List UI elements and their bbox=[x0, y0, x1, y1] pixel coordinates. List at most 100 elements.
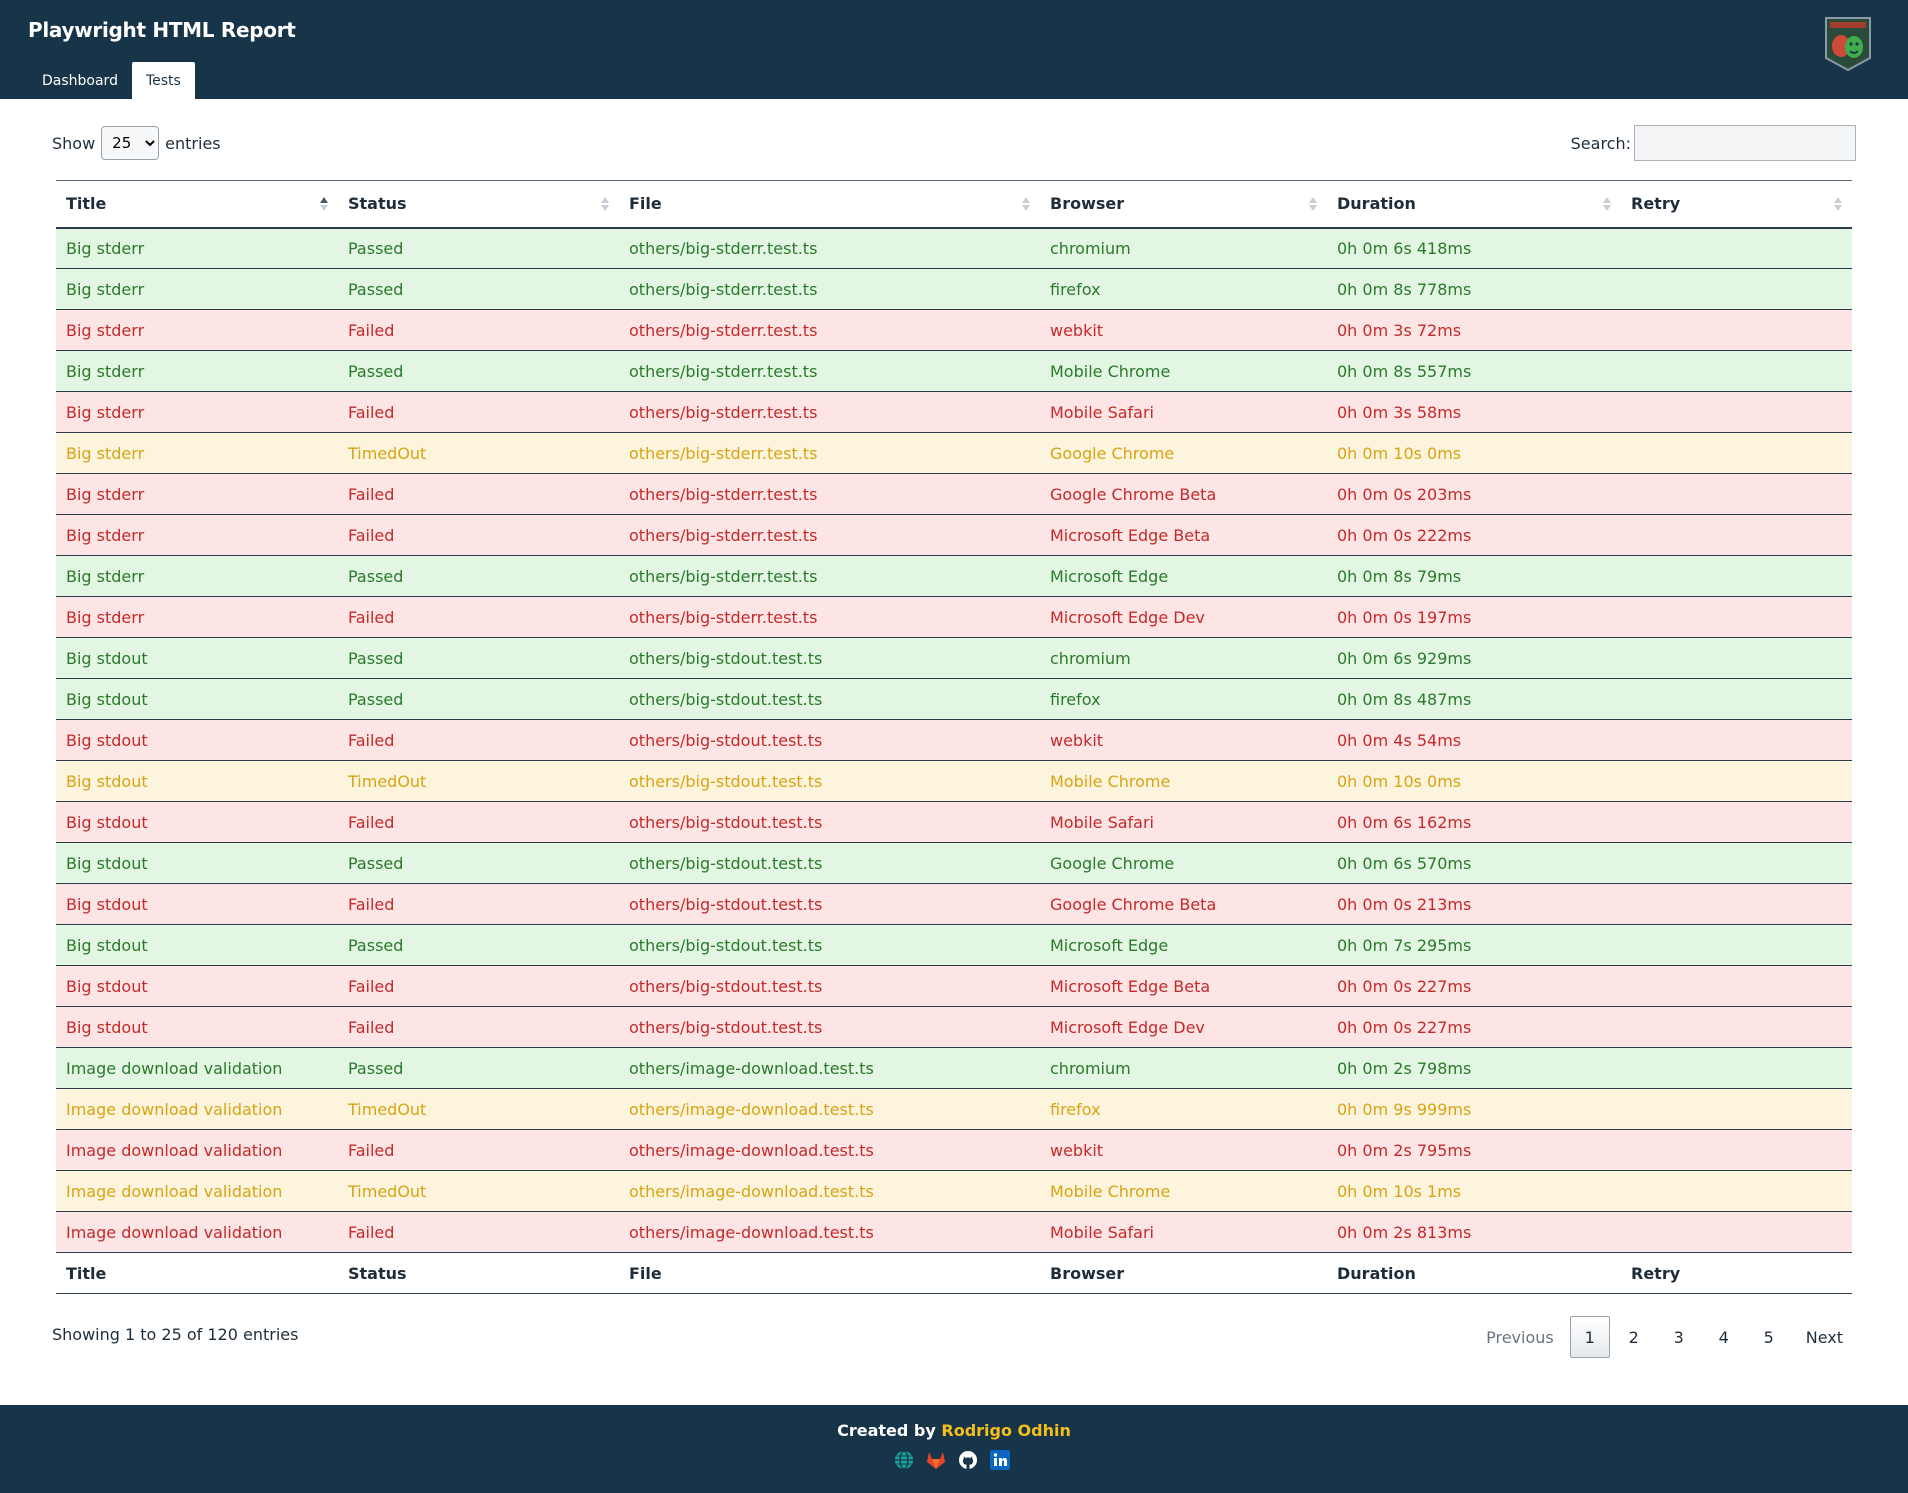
cell-browser: Mobile Chrome bbox=[1040, 350, 1327, 392]
table-row[interactable]: Big stdout Passed others/big-stdout.test.t… bbox=[56, 924, 1852, 966]
table-row[interactable]: Big stdout Failed others/big-stdout.test.t… bbox=[56, 1006, 1852, 1048]
table-row[interactable]: Big stderr Passed others/big-stderr.test.t… bbox=[56, 350, 1852, 392]
table-row[interactable]: Big stderr Failed others/big-stderr.test.t… bbox=[56, 309, 1852, 351]
column-header-retry[interactable]: Retry bbox=[1621, 180, 1852, 229]
table-row[interactable]: Big stderr Failed others/big-stderr.test.t… bbox=[56, 514, 1852, 556]
table-row[interactable]: Big stdout Passed others/big-stdout.test.t… bbox=[56, 842, 1852, 884]
table-row[interactable]: Image download validation Passed others/im… bbox=[56, 1047, 1852, 1089]
cell-duration: 0h 0m 8s 487ms bbox=[1327, 678, 1621, 720]
table-row[interactable]: Image download validation TimedOut others/… bbox=[56, 1088, 1852, 1130]
page-button-5[interactable]: 5 bbox=[1748, 1316, 1790, 1358]
table-row[interactable]: Big stdout Passed others/big-stdout.test.t… bbox=[56, 637, 1852, 679]
column-header-status[interactable]: Status bbox=[338, 180, 619, 229]
cell-browser: Mobile Safari bbox=[1040, 1211, 1327, 1253]
table-info: Showing 1 to 25 of 120 entries bbox=[52, 1325, 299, 1344]
cell-file: others/image-download.test.ts bbox=[619, 1088, 1040, 1130]
cell-title: Big stderr bbox=[56, 432, 338, 474]
cell-title: Big stderr bbox=[56, 596, 338, 638]
table-row[interactable]: Big stderr Passed others/big-stderr.test.t… bbox=[56, 227, 1852, 269]
cell-retry bbox=[1621, 473, 1852, 515]
cell-browser: Mobile Safari bbox=[1040, 391, 1327, 433]
cell-retry bbox=[1621, 760, 1852, 802]
table-row[interactable]: Image download validation Failed others/im… bbox=[56, 1129, 1852, 1171]
page-size-select[interactable]: 102550100 bbox=[101, 126, 160, 160]
cell-browser: firefox bbox=[1040, 1088, 1327, 1130]
cell-title: Big stderr bbox=[56, 309, 338, 351]
search-input[interactable] bbox=[1634, 125, 1856, 161]
cell-retry bbox=[1621, 1211, 1852, 1253]
cell-browser: webkit bbox=[1040, 309, 1327, 351]
table-row[interactable]: Big stdout Failed others/big-stdout.test.t… bbox=[56, 883, 1852, 925]
table-row[interactable]: Big stdout TimedOut others/big-stdout.test… bbox=[56, 760, 1852, 802]
table-row[interactable]: Big stdout Failed others/big-stdout.test.t… bbox=[56, 965, 1852, 1007]
cell-retry bbox=[1621, 883, 1852, 925]
cell-file: others/big-stderr.test.ts bbox=[619, 227, 1040, 269]
cell-status: Passed bbox=[338, 350, 619, 392]
page-button-1[interactable]: 1 bbox=[1569, 1316, 1610, 1358]
gitlab-icon[interactable] bbox=[925, 1449, 947, 1471]
globe-icon[interactable] bbox=[893, 1449, 915, 1471]
cell-title: Big stdout bbox=[56, 965, 338, 1007]
cell-status: Failed bbox=[338, 1006, 619, 1048]
footer-retry: Retry bbox=[1621, 1252, 1852, 1294]
tab-tests[interactable]: Tests bbox=[131, 62, 195, 99]
sort-icon bbox=[1834, 195, 1842, 213]
column-header-title[interactable]: Title bbox=[56, 180, 338, 229]
table-row[interactable]: Big stdout Failed others/big-stdout.test.t… bbox=[56, 719, 1852, 761]
table-row[interactable]: Big stderr Passed others/big-stderr.test.t… bbox=[56, 268, 1852, 310]
cell-duration: 0h 0m 3s 72ms bbox=[1327, 309, 1621, 351]
cell-duration: 0h 0m 7s 295ms bbox=[1327, 924, 1621, 966]
cell-title: Image download validation bbox=[56, 1211, 338, 1253]
playwright-logo bbox=[1825, 17, 1871, 72]
cell-duration: 0h 0m 8s 79ms bbox=[1327, 555, 1621, 597]
previous-page-button[interactable]: Previous bbox=[1473, 1316, 1567, 1358]
cell-duration: 0h 0m 0s 203ms bbox=[1327, 473, 1621, 515]
linkedin-icon[interactable] bbox=[989, 1449, 1011, 1471]
page-button-4[interactable]: 4 bbox=[1703, 1316, 1745, 1358]
cell-status: Failed bbox=[338, 883, 619, 925]
cell-browser: Mobile Chrome bbox=[1040, 760, 1327, 802]
table-row[interactable]: Image download validation TimedOut others/… bbox=[56, 1170, 1852, 1212]
cell-status: Failed bbox=[338, 719, 619, 761]
cell-status: TimedOut bbox=[338, 1088, 619, 1130]
table-row[interactable]: Big stderr Failed others/big-stderr.test.t… bbox=[56, 473, 1852, 515]
sort-icon bbox=[1603, 195, 1611, 213]
table-header-row: Title Status File Browser Duration Retry bbox=[56, 180, 1852, 229]
cell-duration: 0h 0m 8s 557ms bbox=[1327, 350, 1621, 392]
page-button-3[interactable]: 3 bbox=[1658, 1316, 1700, 1358]
cell-duration: 0h 0m 6s 570ms bbox=[1327, 842, 1621, 884]
cell-browser: chromium bbox=[1040, 637, 1327, 679]
cell-file: others/big-stderr.test.ts bbox=[619, 350, 1040, 392]
cell-duration: 0h 0m 0s 222ms bbox=[1327, 514, 1621, 556]
cell-browser: Microsoft Edge Beta bbox=[1040, 965, 1327, 1007]
table-row[interactable]: Image download validation Failed others/im… bbox=[56, 1211, 1852, 1253]
table-row[interactable]: Big stderr TimedOut others/big-stderr.test… bbox=[56, 432, 1852, 474]
next-page-button[interactable]: Next bbox=[1793, 1316, 1856, 1358]
cell-browser: Microsoft Edge bbox=[1040, 924, 1327, 966]
cell-browser: Google Chrome bbox=[1040, 842, 1327, 884]
table-row[interactable]: Big stderr Failed others/big-stderr.test.t… bbox=[56, 596, 1852, 638]
cell-title: Big stdout bbox=[56, 801, 338, 843]
table-row[interactable]: Big stderr Passed others/big-stderr.test.t… bbox=[56, 555, 1852, 597]
column-header-duration[interactable]: Duration bbox=[1327, 180, 1621, 229]
footer-title: Title bbox=[56, 1252, 338, 1294]
cell-browser: Microsoft Edge Dev bbox=[1040, 596, 1327, 638]
search-label: Search: bbox=[1570, 133, 1631, 153]
cell-status: Passed bbox=[338, 268, 619, 310]
cell-title: Image download validation bbox=[56, 1129, 338, 1171]
cell-file: others/big-stdout.test.ts bbox=[619, 637, 1040, 679]
column-header-browser[interactable]: Browser bbox=[1040, 180, 1327, 229]
cell-retry bbox=[1621, 1088, 1852, 1130]
github-icon[interactable] bbox=[957, 1449, 979, 1471]
author-link[interactable]: Rodrigo Odhin bbox=[941, 1421, 1070, 1440]
page-button-2[interactable]: 2 bbox=[1613, 1316, 1655, 1358]
app-title: Playwright HTML Report bbox=[28, 18, 296, 42]
table-row[interactable]: Big stdout Failed others/big-stdout.test.t… bbox=[56, 801, 1852, 843]
table-row[interactable]: Big stdout Passed others/big-stdout.test.t… bbox=[56, 678, 1852, 720]
column-header-file[interactable]: File bbox=[619, 180, 1040, 229]
tab-dashboard[interactable]: Dashboard bbox=[28, 62, 132, 99]
cell-retry bbox=[1621, 924, 1852, 966]
table-row[interactable]: Big stderr Failed others/big-stderr.test.t… bbox=[56, 391, 1852, 433]
cell-title: Image download validation bbox=[56, 1047, 338, 1089]
cell-status: Failed bbox=[338, 514, 619, 556]
